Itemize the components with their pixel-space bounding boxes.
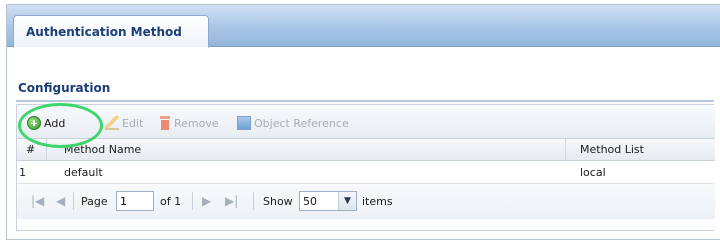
column-header-method-name[interactable]: Method Name <box>64 143 141 156</box>
pager-divider <box>192 192 193 210</box>
pager-divider <box>253 192 254 210</box>
edit-icon <box>105 116 119 130</box>
add-button[interactable]: Add <box>27 115 65 131</box>
object-reference-label: Object Reference <box>254 116 349 130</box>
row-method-list: local <box>580 166 606 179</box>
edit-button[interactable]: Edit <box>105 115 143 131</box>
table-header: # Method Name Method List <box>17 139 715 161</box>
column-header-method-list[interactable]: Method List <box>580 143 644 156</box>
section-divider <box>16 100 714 102</box>
show-label: Show <box>263 195 293 208</box>
section-title: Configuration <box>18 81 111 95</box>
column-divider <box>46 139 47 161</box>
pagination-bar: |◀ ◀ Page of 1 ▶ ▶| Show 50 ▼ items <box>17 184 715 219</box>
page-number-input[interactable] <box>116 191 154 211</box>
next-page-icon[interactable]: ▶ <box>202 194 211 208</box>
row-method-name: default <box>64 166 103 179</box>
dropdown-arrow-icon[interactable]: ▼ <box>338 192 356 210</box>
first-page-icon[interactable]: |◀ <box>31 194 44 208</box>
edit-label: Edit <box>122 116 144 130</box>
remove-icon <box>159 116 171 130</box>
pager-divider <box>73 192 74 210</box>
object-reference-button[interactable]: Object Reference <box>237 115 349 131</box>
prev-page-icon[interactable]: ◀ <box>56 194 65 208</box>
column-divider <box>565 139 566 161</box>
table-row[interactable]: 1 default local <box>17 161 715 184</box>
page-label: Page <box>81 195 108 208</box>
items-label: items <box>362 195 393 208</box>
items-per-page-value: 50 <box>303 195 317 208</box>
tab-authentication-method[interactable]: Authentication Method <box>13 15 209 48</box>
remove-label: Remove <box>174 116 219 130</box>
add-icon <box>27 116 41 130</box>
page-of-label: of 1 <box>160 195 182 208</box>
row-index: 1 <box>19 166 26 179</box>
last-page-icon[interactable]: ▶| <box>225 194 238 208</box>
tab-bar: Authentication Method <box>7 5 720 48</box>
items-per-page-select[interactable]: 50 ▼ <box>299 191 357 211</box>
toolbar: Add Edit Remove Object Reference <box>17 105 715 139</box>
column-header-index[interactable]: # <box>26 143 35 156</box>
config-panel: Add Edit Remove Object Reference # Metho… <box>16 104 715 231</box>
remove-button[interactable]: Remove <box>159 115 219 131</box>
add-label: Add <box>44 116 66 130</box>
object-reference-icon <box>237 116 251 130</box>
